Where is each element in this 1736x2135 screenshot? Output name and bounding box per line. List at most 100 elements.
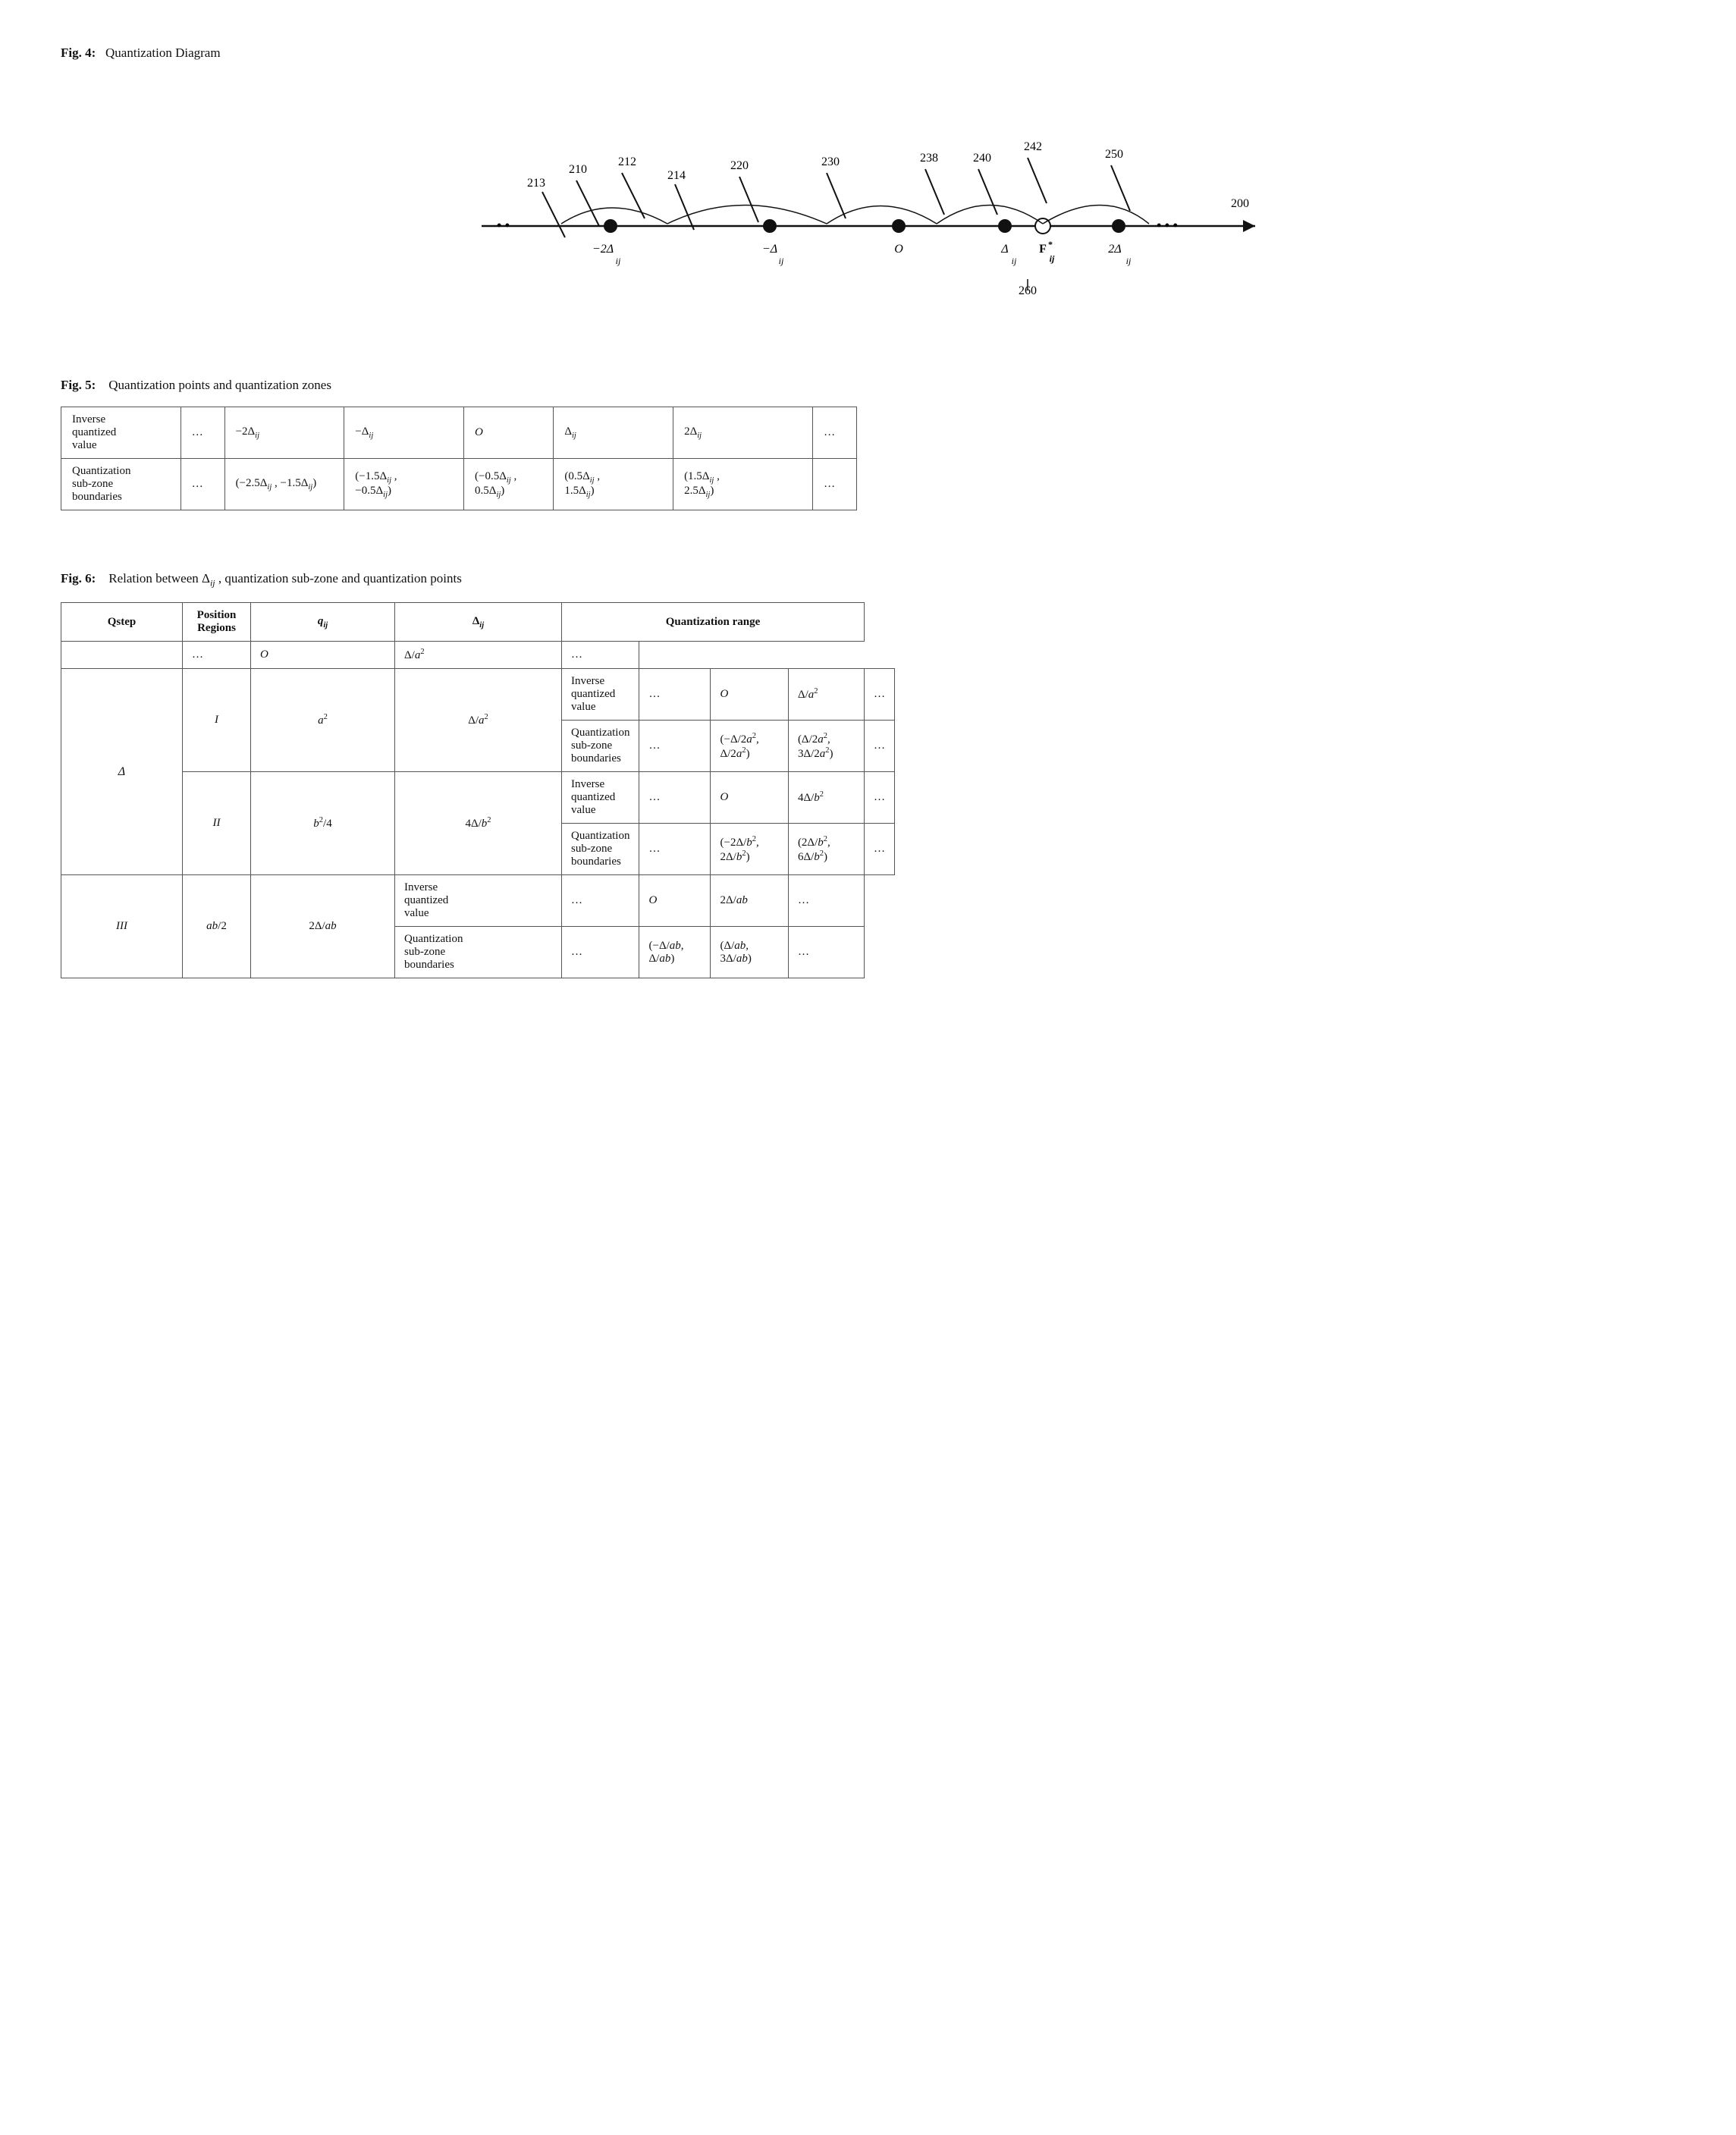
svg-text:• • •: • • •	[1157, 218, 1178, 233]
fig6-II-sub-c2: (2Δ/b2, 6Δ/b2)	[788, 824, 864, 875]
fig6-header-qrange: Quantization range	[562, 603, 865, 642]
svg-text:ij: ij	[1125, 256, 1131, 266]
fig6-subheader-row: … O Δ/a2 …	[61, 642, 895, 669]
fig5-r2-label: Quantizationsub-zoneboundaries	[61, 459, 181, 510]
svg-text:230: 230	[821, 155, 840, 168]
svg-text:214: 214	[667, 169, 686, 182]
fig5-desc: Quantization points and quantization zon…	[108, 378, 331, 392]
svg-text:250: 250	[1105, 148, 1123, 161]
fig4-section: Fig. 4: Quantization Diagram 200 • • • •…	[61, 46, 1675, 332]
fig5-table: Inversequantizedvalue … −2Δij −Δij O Δij…	[61, 407, 857, 510]
fig6-sub-c3: …	[562, 642, 639, 669]
svg-text:220: 220	[730, 159, 749, 172]
fig5-r1-c3: O	[464, 407, 554, 459]
fig6-I-inv-c2: Δ/a2	[788, 669, 864, 721]
svg-text:−Δ: −Δ	[761, 243, 777, 256]
fig6-header-qstep: Qstep	[61, 603, 183, 642]
fig6-label: Fig. 6:	[61, 571, 96, 586]
fig6-III-inv-c2: 2Δ/ab	[711, 875, 788, 927]
fig6-I-inv-c3: …	[864, 669, 894, 721]
fig5-r1-dots2: …	[813, 407, 857, 459]
fig6-III-sub-c2: (Δ/ab, 3Δ/ab)	[711, 927, 788, 978]
svg-text:212: 212	[618, 155, 636, 168]
fig6-title: Fig. 6: Relation between Δij , quantizat…	[61, 571, 1675, 589]
fig5-row1: Inversequantizedvalue … −2Δij −Δij O Δij…	[61, 407, 857, 459]
fig6-III-sub-type: Quantizationsub-zoneboundaries	[395, 927, 562, 978]
fig6-section: Fig. 6: Relation between Δij , quantizat…	[61, 571, 1675, 978]
fig5-r2-c3: (−0.5Δij ,0.5Δij)	[464, 459, 554, 510]
fig6-III-inv-c3: …	[788, 875, 864, 927]
fig6-desc: Relation between Δij , quantization sub-…	[108, 571, 462, 586]
fig6-I-inv-type: Inversequantizedvalue	[562, 669, 639, 721]
fig6-q-III: ab/2	[183, 875, 251, 978]
fig6-header-position: PositionRegions	[183, 603, 251, 642]
svg-text:ij: ij	[615, 256, 620, 266]
fig5-r2-c4: (0.5Δij ,1.5Δij)	[554, 459, 673, 510]
fig6-I-sub-type: Quantizationsub-zoneboundaries	[562, 721, 639, 772]
svg-text:2Δ: 2Δ	[1108, 243, 1121, 256]
fig6-I-sub-dots: …	[639, 721, 711, 772]
fig6-sub-c1: O	[251, 642, 395, 669]
fig5-r1-c5: 2Δij	[673, 407, 813, 459]
fig6-table: Qstep PositionRegions qij Δij Quantizati…	[61, 602, 895, 978]
fig5-r1-c2: −Δij	[344, 407, 464, 459]
fig6-sub-type	[61, 642, 183, 669]
fig6-I-sub-c1: (−Δ/2a2, Δ/2a2)	[711, 721, 788, 772]
fig5-r1-c4: Δij	[554, 407, 673, 459]
fig6-header-qij: qij	[251, 603, 395, 642]
fig6-regionIII-row1: III ab/2 2Δ/ab Inversequantizedvalue … O…	[61, 875, 895, 927]
fig6-III-sub-c3: …	[788, 927, 864, 978]
fig5-row2: Quantizationsub-zoneboundaries … (−2.5Δi…	[61, 459, 857, 510]
fig6-header-delta: Δij	[395, 603, 562, 642]
fig5-r1-c1: −2Δij	[224, 407, 344, 459]
fig5-r2-c1: (−2.5Δij , −1.5Δij)	[224, 459, 344, 510]
fig6-regionII-row1: II b2/4 4Δ/b2 Inversequantizedvalue … O …	[61, 772, 895, 824]
fig6-q-II: b2/4	[251, 772, 395, 875]
fig5-section: Fig. 5: Quantization points and quantiza…	[61, 378, 1675, 510]
svg-text:213: 213	[527, 177, 545, 190]
fig5-r2-c5: (1.5Δij ,2.5Δij)	[673, 459, 813, 510]
fig6-II-inv-c3: …	[864, 772, 894, 824]
fig4-desc: Quantization Diagram	[105, 46, 221, 60]
fig6-II-sub-type: Quantizationsub-zoneboundaries	[562, 824, 639, 875]
fig6-I-sub-c2: (Δ/2a2, 3Δ/2a2)	[788, 721, 864, 772]
fig6-delta-III: 2Δ/ab	[251, 875, 395, 978]
svg-text:• •: • •	[497, 218, 510, 233]
fig6-III-inv-c1: O	[639, 875, 711, 927]
fig6-II-sub-dots: …	[639, 824, 711, 875]
fig6-header-row: Qstep PositionRegions qij Δij Quantizati…	[61, 603, 895, 642]
fig6-qstep-delta: Δ	[61, 669, 183, 875]
fig4-diagram: 200 • • • • • 213 210 212 214 2	[451, 74, 1286, 332]
svg-text:210: 210	[569, 163, 587, 176]
fig6-II-sub-c1: (−2Δ/b2, 2Δ/b2)	[711, 824, 788, 875]
svg-text:Δ: Δ	[1000, 243, 1008, 256]
svg-text:238: 238	[920, 152, 938, 165]
svg-text:ij: ij	[1049, 253, 1054, 264]
svg-text:O: O	[894, 243, 903, 256]
svg-text:ij: ij	[778, 256, 783, 266]
fig6-sub-c2: Δ/a2	[395, 642, 562, 669]
fig6-I-inv-dots: …	[639, 669, 711, 721]
fig6-sub-dots: …	[183, 642, 251, 669]
svg-text:*: *	[1048, 239, 1053, 250]
fig6-II-inv-c1: O	[711, 772, 788, 824]
svg-text:F: F	[1039, 243, 1047, 256]
fig6-II-inv-dots: …	[639, 772, 711, 824]
svg-text:−2Δ: −2Δ	[592, 243, 613, 256]
fig6-I-sub-c3: …	[864, 721, 894, 772]
fig6-region-II: II	[183, 772, 251, 875]
fig5-r1-label: Inversequantizedvalue	[61, 407, 181, 459]
fig6-III-sub-dots: …	[562, 927, 639, 978]
fig6-II-inv-c2: 4Δ/b2	[788, 772, 864, 824]
fig6-delta-I: Δ/a2	[395, 669, 562, 772]
fig6-region-I: I	[183, 669, 251, 772]
fig5-r2-c2: (−1.5Δij ,−0.5Δij)	[344, 459, 464, 510]
fig6-region-III: III	[61, 875, 183, 978]
fig6-q-I: a2	[251, 669, 395, 772]
fig5-r1-dots1: …	[181, 407, 224, 459]
fig6-I-inv-c1: O	[711, 669, 788, 721]
fig6-II-inv-type: Inversequantizedvalue	[562, 772, 639, 824]
svg-text:200: 200	[1231, 197, 1249, 210]
fig5-r2-dots1: …	[181, 459, 224, 510]
fig6-delta-II: 4Δ/b2	[395, 772, 562, 875]
